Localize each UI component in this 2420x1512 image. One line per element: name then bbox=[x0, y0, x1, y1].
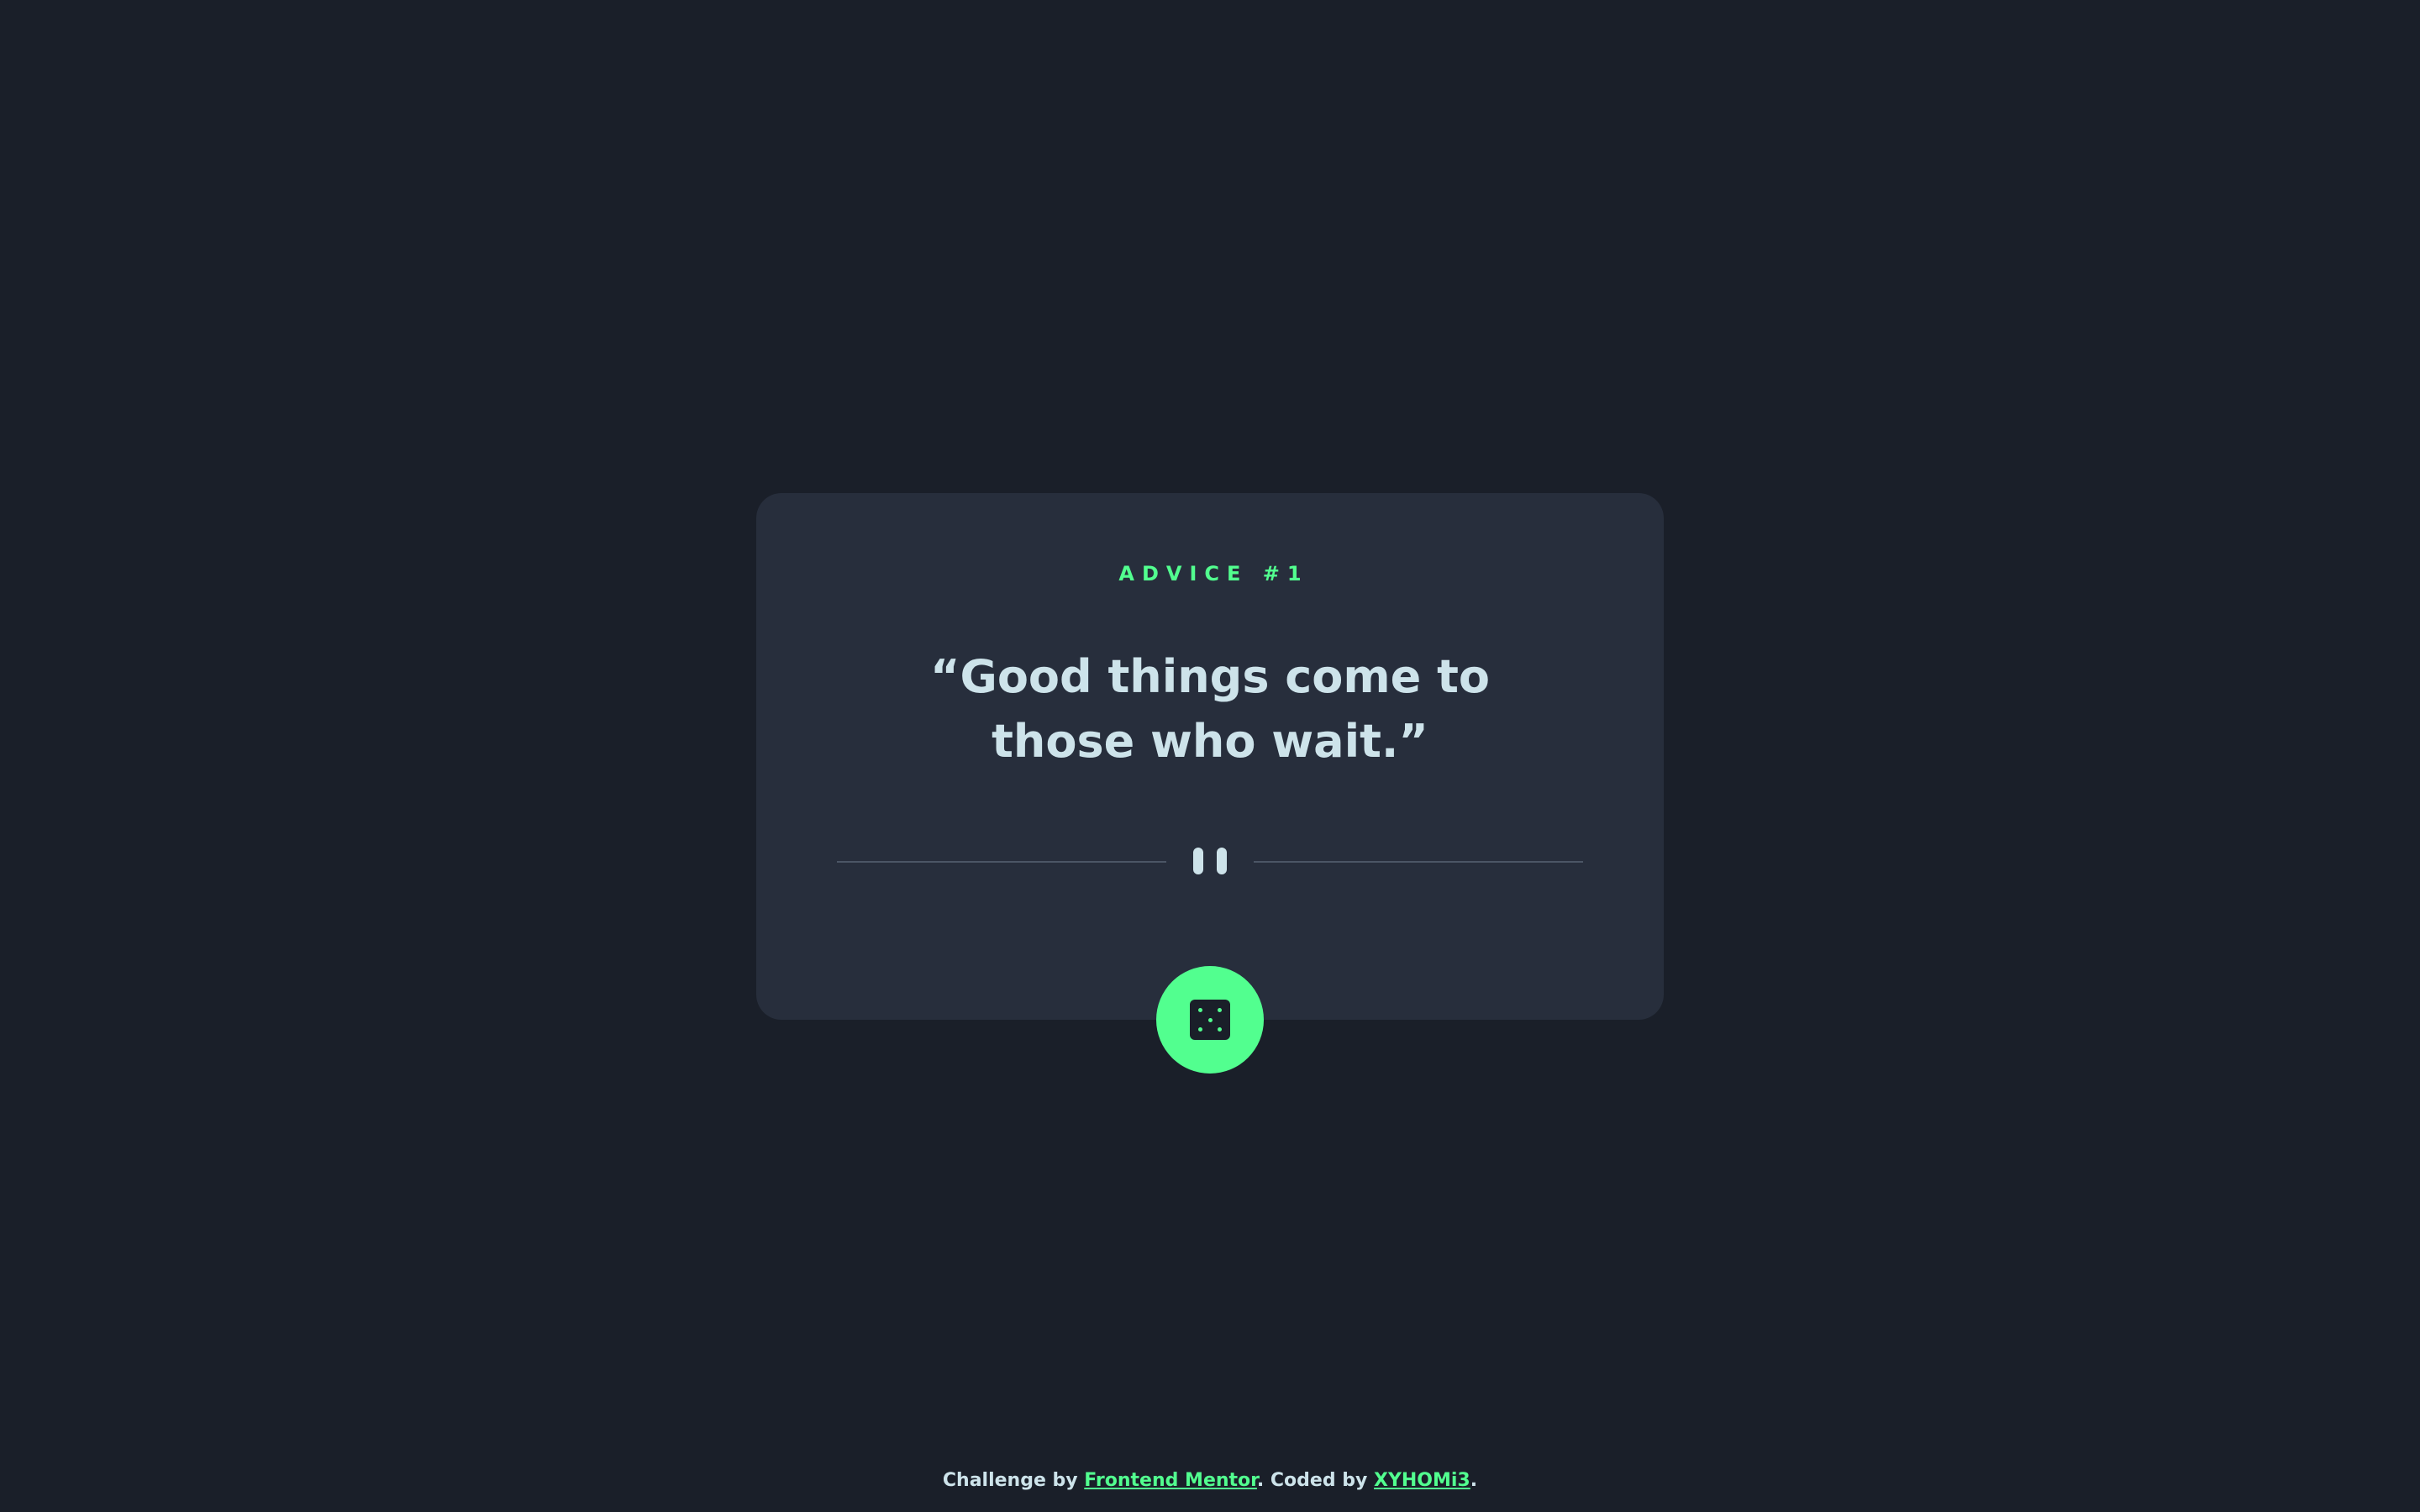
frontend-mentor-link[interactable]: Frontend Mentor bbox=[1084, 1470, 1257, 1491]
divider-line-left bbox=[837, 861, 1166, 863]
footer-suffix: . bbox=[1470, 1470, 1478, 1491]
pause-icon bbox=[1193, 846, 1227, 876]
footer-prefix: Challenge by bbox=[942, 1470, 1085, 1491]
advice-id-label: ADVICE #1 bbox=[1118, 562, 1309, 585]
divider-line-right bbox=[1254, 861, 1583, 863]
divider bbox=[837, 846, 1583, 876]
attribution-footer: Challenge by Frontend Mentor. Coded by X… bbox=[0, 1467, 2420, 1495]
author-link[interactable]: XYHOMi3 bbox=[1374, 1470, 1470, 1491]
advice-card: ADVICE #1 “Good things come to those who… bbox=[756, 493, 1664, 1020]
page: ADVICE #1 “Good things come to those who… bbox=[0, 0, 2420, 1512]
footer-middle: . Coded by bbox=[1256, 1470, 1374, 1491]
advice-quote: “Good things come to those who wait.” bbox=[930, 650, 1490, 768]
new-advice-button[interactable] bbox=[1156, 966, 1264, 1074]
dice-icon bbox=[1190, 1000, 1230, 1040]
